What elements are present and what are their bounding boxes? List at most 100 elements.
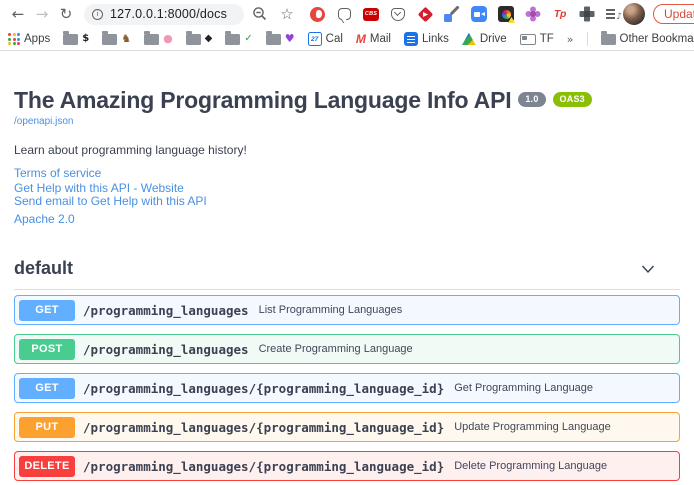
endpoint-row-delete[interactable]: DELETE /programming_languages/{programmi… (14, 451, 680, 481)
terms-of-service-link[interactable]: Terms of service (14, 166, 680, 180)
apps-grid-icon (8, 33, 20, 45)
bookmark-folder-heart[interactable] (266, 33, 295, 45)
address-bar[interactable]: i 127.0.0.1:8000/docs (84, 4, 244, 25)
tag-name: default (14, 258, 73, 279)
bookmark-star-icon[interactable]: ☆ (276, 3, 298, 25)
back-icon[interactable]: ← (6, 2, 30, 26)
swagger-docs-page: The Amazing Programming Language Info AP… (0, 51, 694, 481)
reload-icon[interactable]: ↻ (54, 2, 78, 26)
endpoint-summary: List Programming Languages (259, 304, 403, 316)
links-icon (404, 32, 418, 46)
bookmark-label: Mail (370, 33, 391, 45)
endpoint-row-put-update[interactable]: PUT /programming_languages/{programming_… (14, 412, 680, 442)
chat-bubble-extension-icon[interactable] (335, 5, 353, 23)
tag-section-header[interactable]: default (14, 258, 680, 290)
cbs-extension-icon[interactable]: CBS (362, 5, 380, 23)
page-title: The Amazing Programming Language Info AP… (14, 87, 511, 113)
music-playlist-extension-icon[interactable]: ♪ (605, 5, 623, 23)
api-description: Learn about programming language history… (14, 143, 680, 157)
green-check-emblem-icon (244, 34, 252, 44)
endpoint-path: /programming_languages/{programming_lang… (83, 381, 444, 396)
bookmark-mail[interactable]: M Mail (356, 32, 391, 46)
folder-icon (63, 34, 78, 45)
page-info-icon[interactable]: i (92, 9, 103, 20)
update-button[interactable]: Update ⋮ (653, 4, 694, 24)
gray-pinwheel-extension-icon[interactable] (578, 5, 596, 23)
color-pinwheel-extension-icon[interactable] (497, 5, 515, 23)
operations-list: GET /programming_languages List Programm… (14, 295, 680, 481)
folder-icon (144, 34, 159, 45)
endpoint-summary: Delete Programming Language (454, 460, 607, 472)
red-diamond-extension-icon[interactable] (416, 5, 434, 23)
extensions-row: CBS Tp ♪ (308, 5, 623, 23)
bookmarks-overflow-chevron[interactable]: » (567, 33, 574, 46)
red-circle-extension-icon[interactable] (308, 5, 326, 23)
pocket-extension-icon[interactable] (389, 5, 407, 23)
license-link[interactable]: Apache 2.0 (14, 212, 680, 226)
api-title-row: The Amazing Programming Language Info AP… (14, 87, 680, 113)
zoom-camera-extension-icon[interactable] (470, 5, 488, 23)
folder-icon (102, 34, 117, 45)
bookmark-folder-horse[interactable] (102, 33, 131, 45)
endpoint-path: /programming_languages (83, 303, 249, 318)
bookmark-folder-brain[interactable] (144, 33, 173, 45)
purple-heart-emblem-icon (285, 33, 295, 45)
bookmark-label: Other Bookmarks (620, 33, 694, 45)
bookmark-apps[interactable]: Apps (8, 33, 50, 45)
zoom-out-indicator-icon[interactable] (249, 3, 271, 25)
method-badge: GET (19, 378, 75, 399)
endpoint-summary: Update Programming Language (454, 421, 611, 433)
method-badge: GET (19, 300, 75, 321)
drive-icon (462, 33, 476, 46)
bookmark-cal[interactable]: 27 Cal (308, 32, 343, 46)
bookmark-label: Cal (326, 33, 343, 45)
tf-site-icon (520, 34, 536, 45)
bookmarks-bar: Apps 27 Cal M Mail Links Drive TF » Othe… (0, 28, 694, 51)
url-text[interactable]: 127.0.0.1:8000/docs (110, 7, 227, 21)
bookmark-label: TF (540, 33, 554, 45)
bookmark-drive[interactable]: Drive (462, 33, 507, 46)
bookmark-folder-grad-cap[interactable] (186, 34, 213, 45)
update-label: Update (664, 7, 694, 21)
method-badge: PUT (19, 417, 75, 438)
contact-links: Get Help with this API - Website Send em… (14, 182, 680, 208)
other-bookmarks[interactable]: Other Bookmarks (601, 33, 694, 45)
endpoint-path: /programming_languages/{programming_lang… (83, 459, 444, 474)
collapse-chevron-icon[interactable] (640, 261, 656, 277)
folder-icon (225, 34, 240, 45)
graduation-cap-emblem-icon (205, 34, 213, 44)
gmail-icon: M (356, 32, 366, 46)
version-badge: 1.0 (518, 92, 545, 107)
horse-emblem-icon (121, 33, 131, 45)
endpoint-path: /programming_languages/{programming_lang… (83, 420, 444, 435)
endpoint-path: /programming_languages (83, 342, 249, 357)
bookmarks-divider (587, 32, 588, 46)
endpoint-row-get-list[interactable]: GET /programming_languages List Programm… (14, 295, 680, 325)
method-badge: DELETE (19, 456, 75, 477)
eyedropper-extension-icon[interactable] (443, 5, 461, 23)
browser-toolbar: ← → ↻ i 127.0.0.1:8000/docs ☆ CBS Tp ♪ U… (0, 0, 694, 28)
profile-avatar[interactable] (623, 3, 645, 25)
endpoint-summary: Create Programming Language (259, 343, 413, 355)
oas3-badge: OAS3 (553, 92, 592, 107)
folder-icon (266, 34, 281, 45)
endpoint-summary: Get Programming Language (454, 382, 593, 394)
endpoint-row-post-create[interactable]: POST /programming_languages Create Progr… (14, 334, 680, 364)
method-badge: POST (19, 339, 75, 360)
bookmark-links[interactable]: Links (404, 32, 449, 46)
openapi-json-link[interactable]: /openapi.json (14, 116, 680, 127)
bookmark-label: Apps (24, 33, 50, 45)
bookmark-label: Drive (480, 33, 507, 45)
bookmark-tf[interactable]: TF (520, 33, 554, 45)
forward-icon[interactable]: → (30, 2, 54, 26)
bookmark-folder-dollar[interactable] (63, 34, 89, 45)
folder-icon (186, 34, 201, 45)
tampermonkey-extension-icon[interactable]: Tp (551, 5, 569, 23)
purple-flower-extension-icon[interactable] (524, 5, 542, 23)
calendar-icon: 27 (308, 32, 322, 46)
folder-icon (601, 34, 616, 45)
email-help-link[interactable]: Send email to Get Help with this API (14, 195, 680, 208)
brain-emblem-icon (163, 33, 173, 45)
bookmark-folder-check[interactable] (225, 34, 252, 45)
endpoint-row-get-one[interactable]: GET /programming_languages/{programming_… (14, 373, 680, 403)
